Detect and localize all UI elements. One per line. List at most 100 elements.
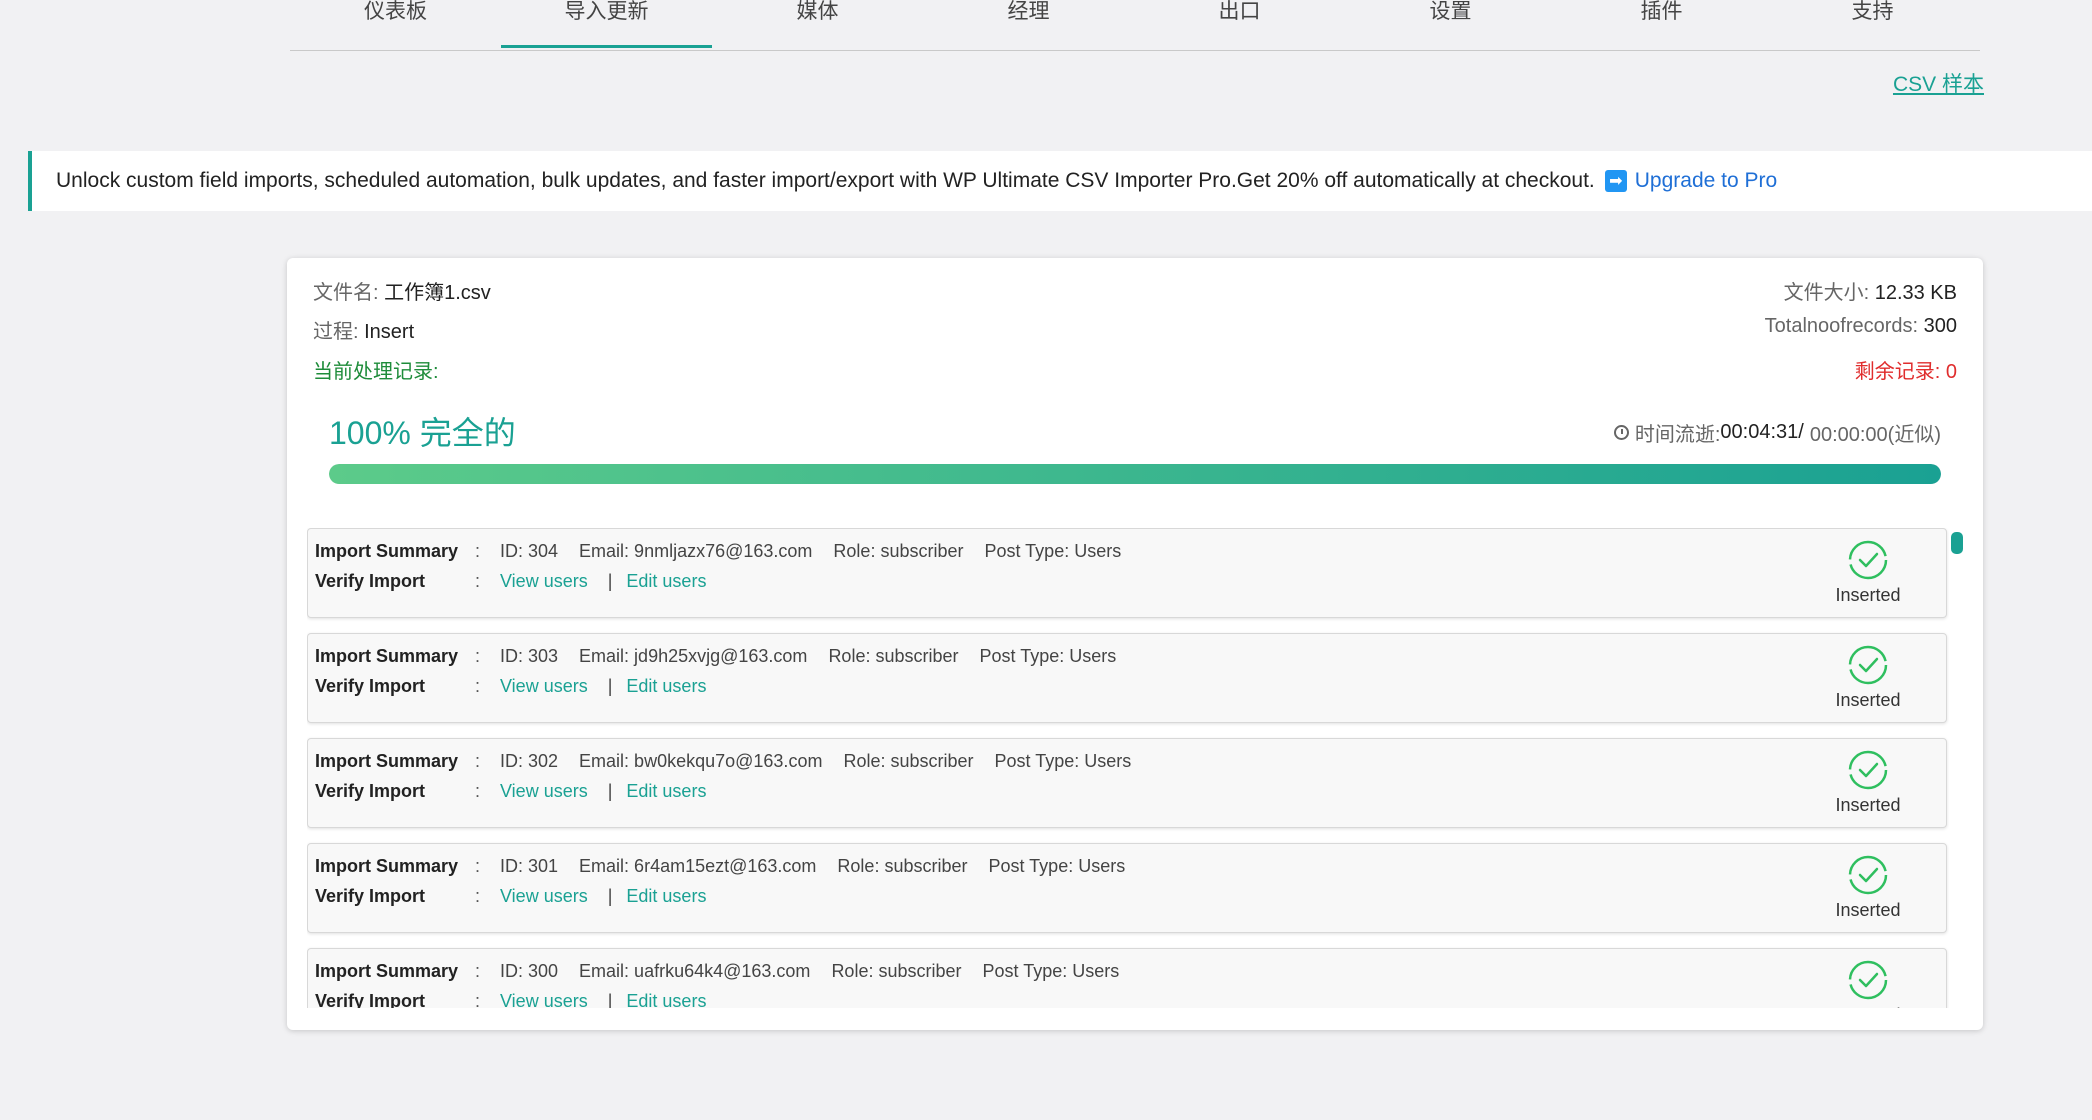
- remaining-records-row: 剩余记录: 0: [1855, 355, 1957, 384]
- clock-icon: [1613, 425, 1629, 440]
- status-badge: Inserted: [1828, 959, 1908, 1008]
- entry-post-type: Post Type: Users: [994, 751, 1132, 771]
- tab-3[interactable]: 经理: [923, 0, 1134, 48]
- top-tabs: 仪表板 导入更新 媒体 经理 出口 设置 插件 支持: [290, 0, 1980, 51]
- log-entry: Import Summary: ID: 303 Email: jd9h25xvjg@…: [307, 633, 1947, 723]
- status-label: Inserted: [1835, 690, 1901, 710]
- notice-text: Unlock custom field imports, scheduled a…: [56, 169, 1595, 192]
- check-circle-icon: [1828, 644, 1908, 686]
- entry-post-type: Post Type: Users: [984, 541, 1122, 561]
- status-badge: Inserted: [1828, 539, 1908, 606]
- tab-1[interactable]: 导入更新: [501, 0, 712, 48]
- view-users-link[interactable]: View users: [500, 886, 588, 907]
- elapsed-time: 时间流逝: 00:04:31/ 00:00:00(近似): [1613, 418, 1941, 447]
- colon: :: [475, 676, 481, 696]
- log-entry: Import Summary: ID: 304 Email: 9nmljazx76@…: [307, 528, 1947, 618]
- entry-id: ID: 302: [500, 751, 559, 771]
- summary-line: Import Summary: ID: 302 Email: bw0kekqu7o@…: [315, 751, 1152, 772]
- colon: :: [475, 571, 481, 591]
- entry-role: Role: subscriber: [833, 541, 964, 561]
- check-circle-icon: [1828, 749, 1908, 791]
- tab-4[interactable]: 出口: [1134, 0, 1345, 48]
- edit-users-link[interactable]: Edit users: [626, 781, 706, 802]
- import-progress-panel: 文件名: 工作簿1.csv 文件大小: 12.33 KB 过程: Insert …: [287, 258, 1983, 1030]
- view-users-link[interactable]: View users: [500, 781, 588, 802]
- progress-bar: [329, 464, 1941, 484]
- entry-role: Role: subscriber: [837, 856, 968, 876]
- csv-sample-link[interactable]: CSV 样本: [1893, 68, 1984, 98]
- view-users-link[interactable]: View users: [500, 676, 588, 697]
- entry-post-type: Post Type: Users: [982, 961, 1120, 981]
- verify-label: Verify Import: [315, 571, 426, 591]
- colon: :: [475, 991, 481, 1008]
- edit-users-link[interactable]: Edit users: [626, 676, 706, 697]
- total-records-value: 300: [1923, 315, 1957, 337]
- colon: :: [475, 646, 481, 666]
- entry-id: ID: 301: [500, 856, 559, 876]
- view-users-link[interactable]: View users: [500, 991, 588, 1008]
- verify-label: Verify Import: [315, 781, 426, 801]
- file-size-value: 12.33 KB: [1874, 282, 1957, 304]
- view-users-link[interactable]: View users: [500, 571, 588, 592]
- entry-post-type: Post Type: Users: [988, 856, 1126, 876]
- elapsed-value: 00:04:31/: [1720, 421, 1804, 443]
- entry-post-type: Post Type: Users: [979, 646, 1117, 666]
- status-label: Inserted: [1835, 585, 1901, 605]
- process-value: Insert: [364, 321, 415, 343]
- status-label: Inserted: [1828, 1005, 1908, 1008]
- entry-email: Email: uafrku64k4@163.com: [579, 961, 811, 981]
- entry-id: ID: 304: [500, 541, 559, 561]
- edit-users-link[interactable]: Edit users: [626, 886, 706, 907]
- tab-5[interactable]: 设置: [1345, 0, 1556, 48]
- remaining-records-value: 0: [1945, 361, 1957, 383]
- colon: :: [475, 886, 481, 906]
- progress-bar-fill: [329, 464, 1941, 484]
- separator: |: [607, 886, 613, 906]
- edit-users-link[interactable]: Edit users: [626, 991, 706, 1008]
- file-name-row: 文件名: 工作簿1.csv: [313, 276, 491, 305]
- check-circle-icon: [1828, 539, 1908, 581]
- verify-line: Verify Import: View users | Edit users: [315, 991, 706, 1008]
- summary-label: Import Summary: [315, 751, 459, 771]
- status-badge: Inserted: [1828, 644, 1908, 711]
- tab-2[interactable]: 媒体: [712, 0, 923, 48]
- entry-role: Role: subscriber: [828, 646, 959, 666]
- arrow-right-icon: ➡: [1604, 170, 1627, 192]
- tab-7[interactable]: 支持: [1767, 0, 1978, 48]
- log-entry: Import Summary: ID: 300 Email: uafrku64k4@…: [307, 948, 1947, 1008]
- entry-email: Email: jd9h25xvjg@163.com: [579, 646, 808, 666]
- edit-users-link[interactable]: Edit users: [626, 571, 706, 592]
- total-records-row: Totalnoofrecords: 300: [1765, 315, 1957, 338]
- log-scrollbar[interactable]: [1951, 532, 1963, 554]
- estimate-value: 00:00:00(近似): [1809, 424, 1941, 446]
- upgrade-link[interactable]: Upgrade to Pro: [1635, 169, 1777, 193]
- entry-email: Email: 9nmljazx76@163.com: [579, 541, 813, 561]
- log-entry: Import Summary: ID: 302 Email: bw0kekqu7o@…: [307, 738, 1947, 828]
- status-label: Inserted: [1835, 900, 1901, 920]
- status-label: Inserted: [1835, 795, 1901, 815]
- progress-percent: 100% 完全的: [329, 415, 516, 451]
- colon: :: [475, 856, 481, 876]
- remaining-records-label: 剩余记录:: [1854, 361, 1941, 383]
- tab-6[interactable]: 插件: [1556, 0, 1767, 48]
- colon: :: [475, 751, 481, 771]
- file-size-label: 文件大小:: [1783, 282, 1870, 304]
- colon: :: [475, 961, 481, 981]
- status-badge: Inserted: [1828, 749, 1908, 816]
- verify-line: Verify Import: View users | Edit users: [315, 676, 706, 697]
- tab-0[interactable]: 仪表板: [290, 0, 501, 48]
- separator: |: [607, 571, 613, 591]
- log-entry: Import Summary: ID: 301 Email: 6r4am15ezt@…: [307, 843, 1947, 933]
- current-record-label: 当前处理记录:: [313, 361, 439, 383]
- summary-label: Import Summary: [315, 646, 459, 666]
- file-name-value: 工作簿1.csv: [384, 282, 491, 304]
- process-label: 过程:: [313, 321, 359, 343]
- upgrade-notice: Unlock custom field imports, scheduled a…: [28, 151, 2092, 211]
- entry-role: Role: subscriber: [843, 751, 974, 771]
- file-name-label: 文件名:: [313, 282, 379, 304]
- entry-id: ID: 300: [500, 961, 559, 981]
- summary-label: Import Summary: [315, 541, 459, 561]
- file-size-row: 文件大小: 12.33 KB: [1784, 276, 1957, 305]
- verify-label: Verify Import: [315, 886, 426, 906]
- check-circle-icon: [1828, 959, 1908, 1001]
